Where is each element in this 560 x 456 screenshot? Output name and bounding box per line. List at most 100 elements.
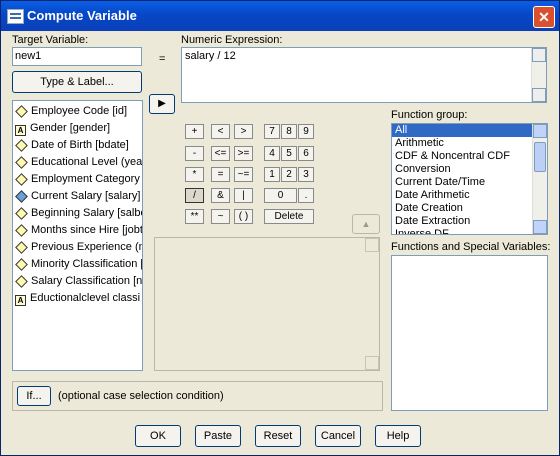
description-scrollbar[interactable] [365,238,379,370]
calc-key-plus[interactable]: + [185,124,204,139]
function-description-area [154,237,380,371]
function-group-item[interactable]: Conversion [392,163,547,176]
scale-variable-icon [15,139,28,152]
calc-key-6[interactable]: 6 [298,146,314,161]
calc-key-power[interactable]: ** [185,209,204,224]
insert-function-button[interactable]: ▲ [352,214,380,234]
scroll-up-arrow[interactable] [533,124,547,138]
calc-key-not-equal[interactable]: ~= [234,167,253,182]
scroll-up-arrow[interactable] [365,238,379,252]
function-group-item[interactable]: Inverse DF [392,228,547,234]
calc-key-2[interactable]: 2 [281,167,297,182]
variable-name: Gender [gender] [30,122,111,134]
scale-variable-icon [15,105,28,118]
calc-key-7[interactable]: 7 [264,124,280,139]
variable-name: Employee Code [id] [31,105,127,117]
calc-key-0[interactable]: 0 [264,188,297,203]
calc-key-multiply[interactable]: * [185,167,204,182]
scale-variable-icon [15,241,28,254]
calc-key-5[interactable]: 5 [281,146,297,161]
ok-button[interactable]: OK [135,425,181,447]
variable-list-item[interactable]: Employment Category [ [13,171,142,188]
function-group-item[interactable]: Date Extraction [392,215,547,228]
variable-list-item[interactable]: Employee Code [id] [13,103,142,120]
cancel-button[interactable]: Cancel [315,425,361,447]
calc-key-or[interactable]: | [234,188,253,203]
calc-key-less-equal[interactable]: <= [211,146,230,161]
move-variable-button[interactable]: ▶ [149,94,175,114]
help-button[interactable]: Help [375,425,421,447]
variable-name: Minority Classification [ [31,258,143,270]
variable-list-item[interactable]: Beginning Salary [salbe [13,205,142,222]
variable-name: Beginning Salary [salbe [31,207,143,219]
expression-scrollbar[interactable] [531,48,546,102]
calc-key-divide[interactable]: / [185,188,204,203]
variable-name: Date of Birth [bdate] [31,139,129,151]
calc-key-greater-equal[interactable]: >= [234,146,253,161]
variable-list-item[interactable]: A Gender [gender] [13,120,142,137]
calc-key-9[interactable]: 9 [298,124,314,139]
if-condition-box: If... (optional case selection condition… [12,381,383,411]
numeric-expression-label: Numeric Expression: [181,34,283,46]
function-group-item[interactable]: Date Arithmetic [392,189,547,202]
scroll-down-arrow[interactable] [533,220,547,234]
calc-key-and[interactable]: & [211,188,230,203]
variable-list[interactable]: Employee Code [id] A Gender [gender] Date o… [12,100,143,371]
variable-list-item[interactable]: Salary Classification [ne [13,273,142,290]
string-variable-icon: A [15,295,26,306]
calc-key-8[interactable]: 8 [281,124,297,139]
type-and-label-button[interactable]: Type & Label... [12,71,142,93]
function-group-scrollbar[interactable] [532,124,547,234]
variable-list-item[interactable]: Current Salary [salary] [13,188,142,205]
function-group-item[interactable]: All [392,124,547,137]
variable-name: Eductionalclevel classi [30,292,141,304]
title-bar: Compute Variable ✕ [1,1,559,31]
calc-key-less[interactable]: < [211,124,230,139]
functions-special-label: Functions and Special Variables: [391,241,551,253]
target-variable-input[interactable]: new1 [12,47,142,66]
scale-variable-icon [15,258,28,271]
if-button[interactable]: If... [17,386,51,406]
function-group-list[interactable]: All Arithmetic CDF & Noncentral CDF Convers… [391,123,548,235]
variable-name: Previous Experience (n [31,241,143,253]
target-variable-label: Target Variable: [12,34,89,46]
variable-list-item[interactable]: Date of Birth [bdate] [13,137,142,154]
functions-list[interactable] [391,255,548,411]
calc-key-3[interactable]: 3 [298,167,314,182]
function-group-item[interactable]: Arithmetic [392,137,547,150]
paste-button[interactable]: Paste [195,425,241,447]
variable-list-item[interactable]: A Eductionalclevel classi [13,290,142,307]
scroll-down-arrow[interactable] [365,356,379,370]
variable-name: Current Salary [salary] [31,190,141,202]
calc-key-equal[interactable]: = [211,167,230,182]
numeric-expression-input[interactable]: salary / 12 [181,47,547,103]
calc-key-not[interactable]: ~ [211,209,230,224]
calc-key-parentheses[interactable]: ( ) [234,209,253,224]
calc-key-decimal[interactable]: . [298,188,314,203]
variable-name: Employment Category [ [31,173,143,185]
calc-key-greater[interactable]: > [234,124,253,139]
variable-list-item[interactable]: Previous Experience (n [13,239,142,256]
calc-key-delete[interactable]: Delete [264,209,314,224]
variable-name: Salary Classification [ne [31,275,143,287]
function-group-item[interactable]: Date Creation [392,202,547,215]
variable-list-item[interactable]: Minority Classification [ [13,256,142,273]
if-condition-text: (optional case selection condition) [58,390,224,402]
scale-variable-icon [15,190,28,203]
string-variable-icon: A [15,125,26,136]
reset-button[interactable]: Reset [255,425,301,447]
variable-list-item[interactable]: Months since Hire [jobt [13,222,142,239]
scroll-down-arrow[interactable] [532,88,546,102]
calc-key-1[interactable]: 1 [264,167,280,182]
scroll-up-arrow[interactable] [532,48,546,62]
function-group-item[interactable]: Current Date/Time [392,176,547,189]
numeric-expression-text: salary / 12 [185,50,236,62]
calc-key-minus[interactable]: - [185,146,204,161]
function-group-item[interactable]: CDF & Noncentral CDF [392,150,547,163]
window-icon [7,9,24,24]
scroll-thumb[interactable] [534,142,546,172]
variable-list-item[interactable]: Educational Level (yea [13,154,142,171]
close-button[interactable]: ✕ [533,6,555,28]
calc-key-4[interactable]: 4 [264,146,280,161]
calculator-pad: + < > 7 8 9 - <= >= 4 5 6 * = ~= 1 2 3 /… [181,120,319,230]
